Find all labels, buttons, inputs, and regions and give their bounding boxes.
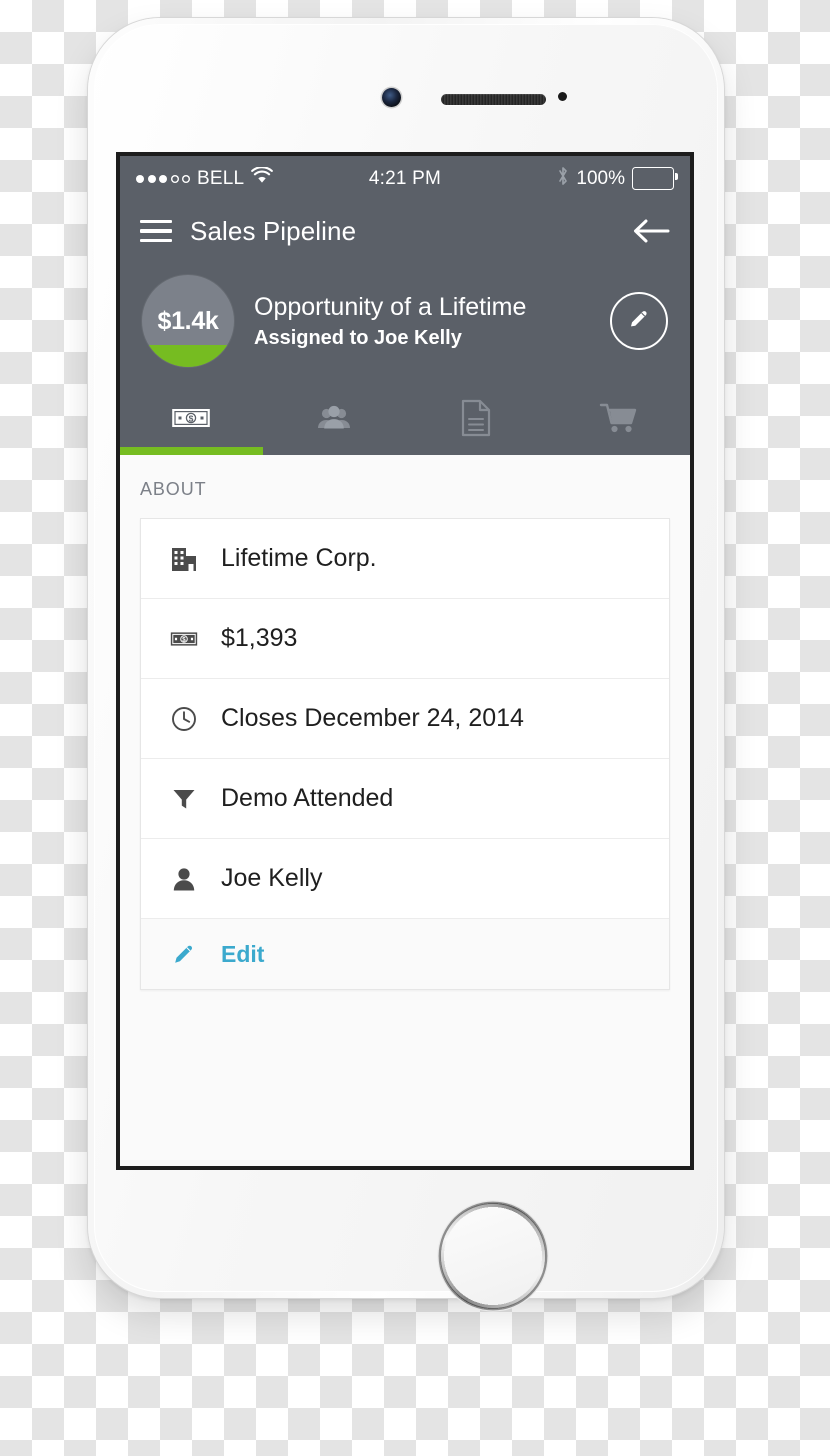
about-row-owner[interactable]: Joe Kelly (141, 839, 669, 919)
edit-button-label: Edit (221, 940, 265, 967)
tab-contacts[interactable] (263, 387, 406, 455)
money-bill-icon: $ (169, 629, 199, 649)
section-header-about: ABOUT (140, 479, 207, 499)
edit-opportunity-button[interactable] (610, 292, 668, 350)
wifi-icon (251, 166, 274, 190)
funnel-icon (169, 786, 199, 812)
about-row-label: Lifetime Corp. (221, 544, 377, 572)
tab-products[interactable] (548, 387, 691, 455)
battery-percent-label: 100% (576, 167, 625, 189)
carrier-label: BELL (197, 167, 245, 189)
arrow-left-icon[interactable] (632, 217, 670, 245)
about-row-amount[interactable]: $ $1,393 (141, 599, 669, 679)
opportunity-text-block: Opportunity of a Lifetime Assigned to Jo… (254, 292, 590, 351)
about-card: Lifetime Corp. $ $1,393 Closes December … (140, 518, 670, 990)
about-row-close-date[interactable]: Closes December 24, 2014 (141, 679, 669, 759)
opportunity-title: Opportunity of a Lifetime (254, 292, 527, 321)
active-tab-indicator (120, 447, 263, 455)
deal-progress-fill (142, 345, 234, 367)
hamburger-menu-icon[interactable] (140, 219, 172, 243)
status-bar: BELL 4:21 PM 100% (120, 156, 690, 201)
about-row-label: $1,393 (221, 624, 298, 652)
tab-deal[interactable]: $ (120, 387, 263, 455)
person-icon (169, 866, 199, 892)
about-row-company[interactable]: Lifetime Corp. (141, 519, 669, 599)
signal-strength-icon (136, 174, 190, 183)
status-bar-left: BELL (136, 166, 274, 190)
opportunity-header: $1.4k Opportunity of a Lifetime Assigned… (120, 261, 690, 387)
proximity-sensor-icon (558, 92, 567, 101)
svg-text:$: $ (189, 414, 194, 424)
status-bar-right: 100% (557, 166, 678, 192)
battery-full-icon (632, 167, 678, 190)
svg-text:$: $ (182, 636, 186, 643)
opportunity-assignee: Assigned to Joe Kelly (254, 327, 462, 350)
deal-amount-label: $1.4k (157, 306, 219, 335)
navigation-bar: Sales Pipeline (120, 201, 690, 261)
about-row-label: Closes December 24, 2014 (221, 704, 524, 732)
about-row-label: Demo Attended (221, 784, 394, 812)
content-area: ABOUT Lifetime Corp. $ $1,393 Closes Dec… (120, 455, 690, 1166)
pencil-icon (627, 307, 651, 336)
about-row-stage[interactable]: Demo Attended (141, 759, 669, 839)
deal-amount-badge: $1.4k (142, 275, 234, 367)
home-button[interactable] (441, 1204, 545, 1308)
front-camera-icon (382, 88, 401, 107)
tab-bar: $ (120, 387, 690, 455)
edit-button[interactable]: Edit (141, 919, 669, 989)
clock-icon (169, 706, 199, 732)
about-row-label: Joe Kelly (221, 864, 323, 892)
earpiece-speaker (441, 94, 546, 105)
pencil-icon (169, 942, 199, 966)
page-title: Sales Pipeline (190, 215, 357, 246)
bluetooth-icon (557, 166, 569, 192)
tab-documents[interactable] (405, 387, 548, 455)
phone-screen: BELL 4:21 PM 100% Sales Pipeline $1.4k O… (120, 156, 690, 1166)
building-icon (169, 545, 199, 573)
